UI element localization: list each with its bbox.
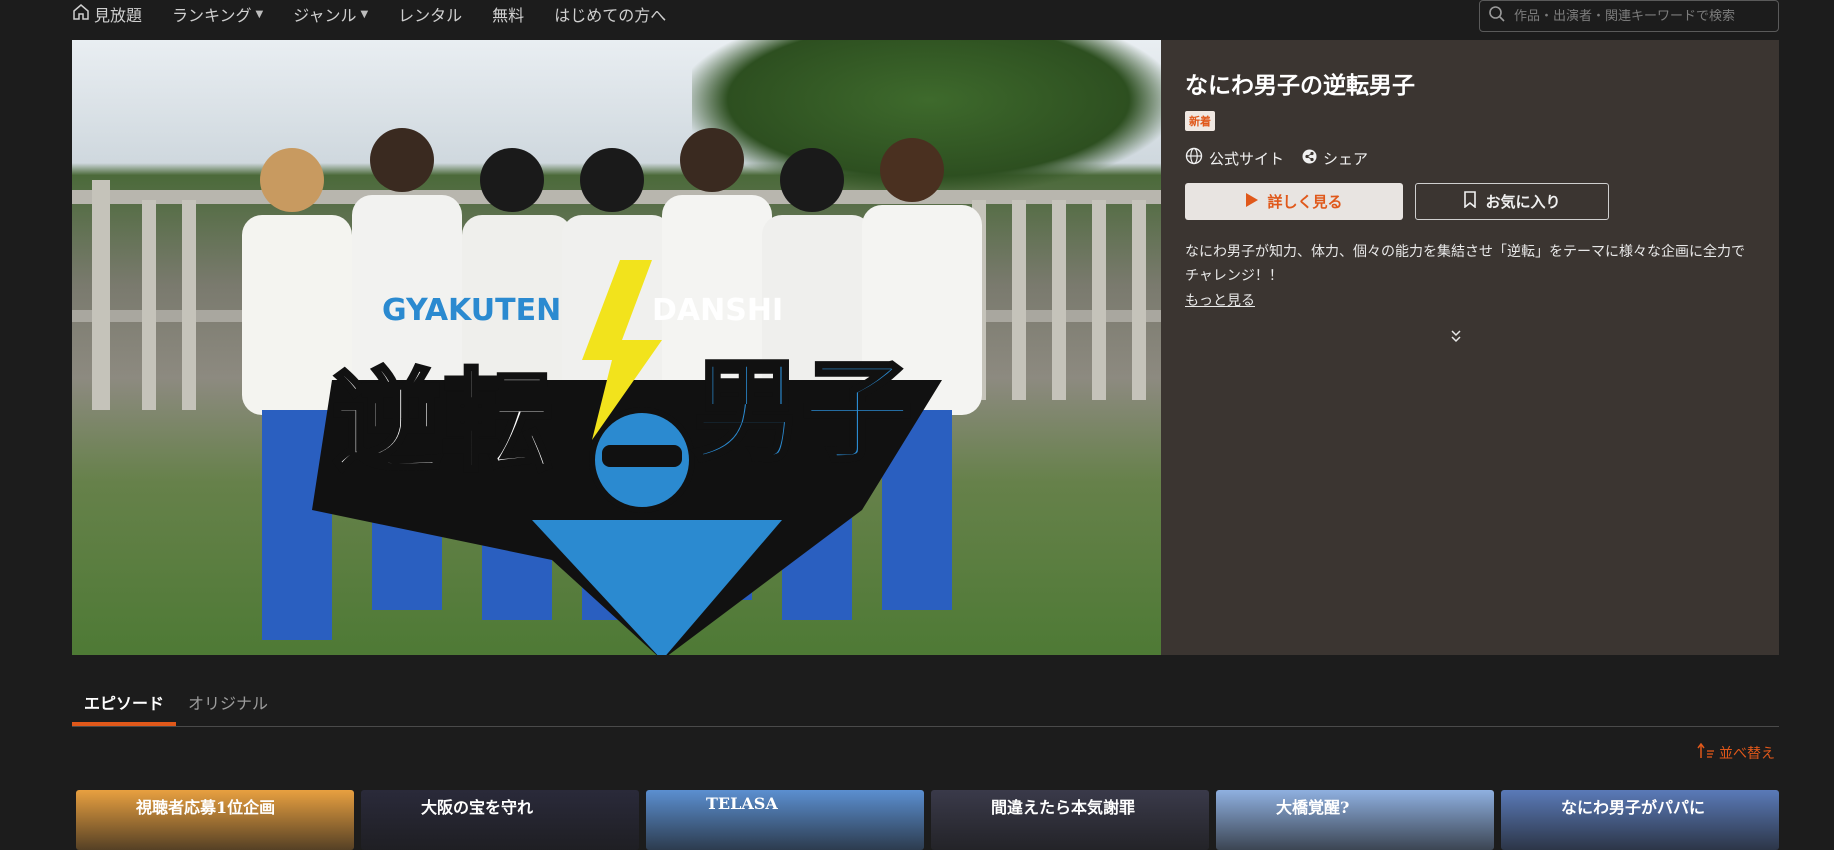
home-icon bbox=[72, 3, 90, 25]
new-badge: 新着 bbox=[1185, 111, 1215, 131]
episode-thumbnail[interactable]: 視聴者応募1位企画 bbox=[76, 790, 354, 850]
svg-text:GYAKUTEN: GYAKUTEN bbox=[382, 293, 561, 328]
share-icon bbox=[1302, 149, 1317, 168]
nav-free-label: 無料 bbox=[492, 6, 525, 25]
hero: GYAKUTEN DANSHI 逆転 男子 なにわ男子の逆転男子 新着 公式サイ… bbox=[72, 40, 1779, 655]
globe-icon bbox=[1185, 147, 1203, 169]
detail-links: 公式サイト シェア bbox=[1185, 147, 1755, 169]
top-nav: 見放題 ランキング ▼ ジャンル ▼ レンタル 無料 はじめての方へ bbox=[72, 0, 666, 28]
nav-ranking-label: ランキング bbox=[172, 6, 252, 25]
nav-ranking[interactable]: ランキング ▼ bbox=[172, 2, 263, 26]
official-site-label: 公式サイト bbox=[1209, 149, 1285, 168]
hero-key-visual: GYAKUTEN DANSHI 逆転 男子 bbox=[72, 40, 1161, 655]
sort-label: 並べ替え bbox=[1719, 746, 1775, 762]
svg-text:DANSHI: DANSHI bbox=[652, 293, 783, 328]
more-link[interactable]: もっと見る bbox=[1185, 290, 1255, 310]
sort-button[interactable]: 並べ替え bbox=[1697, 742, 1775, 763]
svg-text:男子: 男子 bbox=[692, 348, 912, 476]
page-title: なにわ男子の逆転男子 bbox=[1185, 73, 1415, 99]
details-button-label: 詳しく見る bbox=[1267, 193, 1343, 211]
tab-episodes[interactable]: エピソード bbox=[72, 684, 177, 726]
share-label: シェア bbox=[1323, 149, 1369, 168]
episode-thumbnail[interactable]: 大阪の宝を守れ bbox=[361, 790, 639, 850]
detail-panel: なにわ男子の逆転男子 新着 公式サイト シェア 詳しく見る お気に入り なにわ男… bbox=[1161, 40, 1779, 655]
episode-thumbnail[interactable]: 大橋覚醒? bbox=[1216, 790, 1494, 850]
episode-thumbnail-caption: TELASA bbox=[706, 794, 778, 813]
nav-home[interactable]: 見放題 bbox=[72, 2, 142, 26]
favorite-button-label: お気に入り bbox=[1485, 193, 1561, 211]
svg-text:逆転: 逆転 bbox=[332, 358, 552, 486]
chevron-down-icon: ▼ bbox=[255, 8, 264, 20]
episode-thumbnail-caption: 間違えたら本気謝罪 bbox=[991, 798, 1136, 817]
nav-first-time[interactable]: はじめての方へ bbox=[554, 2, 666, 26]
bookmark-icon bbox=[1463, 191, 1477, 212]
nav-rental-label: レンタル bbox=[398, 6, 463, 25]
nav-genre[interactable]: ジャンル ▼ bbox=[293, 2, 368, 26]
search-box[interactable] bbox=[1479, 0, 1779, 32]
nav-rental[interactable]: レンタル bbox=[398, 2, 462, 26]
action-buttons: 詳しく見る お気に入り bbox=[1185, 183, 1755, 220]
search-input[interactable] bbox=[1514, 8, 1778, 24]
episode-thumbnail-caption: 視聴者応募1位企画 bbox=[136, 798, 276, 817]
description: なにわ男子が知力、体力、個々の能力を集結させ「逆転」をテーマに様々な企画に全力で… bbox=[1185, 244, 1745, 284]
episode-list: 視聴者応募1位企画 大阪の宝を守れ TELASA 間違えたら本気謝罪 大橋覚醒? なにわ男… bbox=[76, 790, 1779, 850]
expand-chevron-icon[interactable] bbox=[1448, 328, 1464, 344]
episode-thumbnail[interactable]: 間違えたら本気謝罪 bbox=[931, 790, 1209, 850]
episode-thumbnail-caption: 大阪の宝を守れ bbox=[421, 798, 534, 817]
favorite-button[interactable]: お気に入り bbox=[1415, 183, 1609, 220]
nav-free[interactable]: 無料 bbox=[492, 2, 524, 26]
nav-first-time-label: はじめての方へ bbox=[554, 6, 667, 25]
nav-home-label: 見放題 bbox=[94, 6, 143, 25]
episode-thumbnail-caption: なにわ男子がパパに bbox=[1561, 798, 1706, 817]
search-icon bbox=[1488, 5, 1506, 27]
episode-thumbnail[interactable]: なにわ男子がパパに bbox=[1501, 790, 1779, 850]
nav-genre-label: ジャンル bbox=[293, 6, 357, 25]
episode-thumbnail[interactable]: TELASA bbox=[646, 790, 924, 850]
play-icon bbox=[1245, 192, 1259, 212]
sort-icon bbox=[1697, 742, 1715, 763]
details-button[interactable]: 詳しく見る bbox=[1185, 183, 1403, 220]
official-site-link[interactable]: 公式サイト bbox=[1185, 147, 1284, 169]
show-logo: GYAKUTEN DANSHI 逆転 男子 bbox=[312, 260, 942, 655]
episode-thumbnail-caption: 大橋覚醒? bbox=[1276, 798, 1350, 817]
content-tabs: エピソード オリジナル bbox=[72, 684, 1779, 727]
share-link[interactable]: シェア bbox=[1302, 147, 1368, 169]
tab-original[interactable]: オリジナル bbox=[176, 684, 280, 726]
chevron-down-icon: ▼ bbox=[360, 8, 369, 20]
